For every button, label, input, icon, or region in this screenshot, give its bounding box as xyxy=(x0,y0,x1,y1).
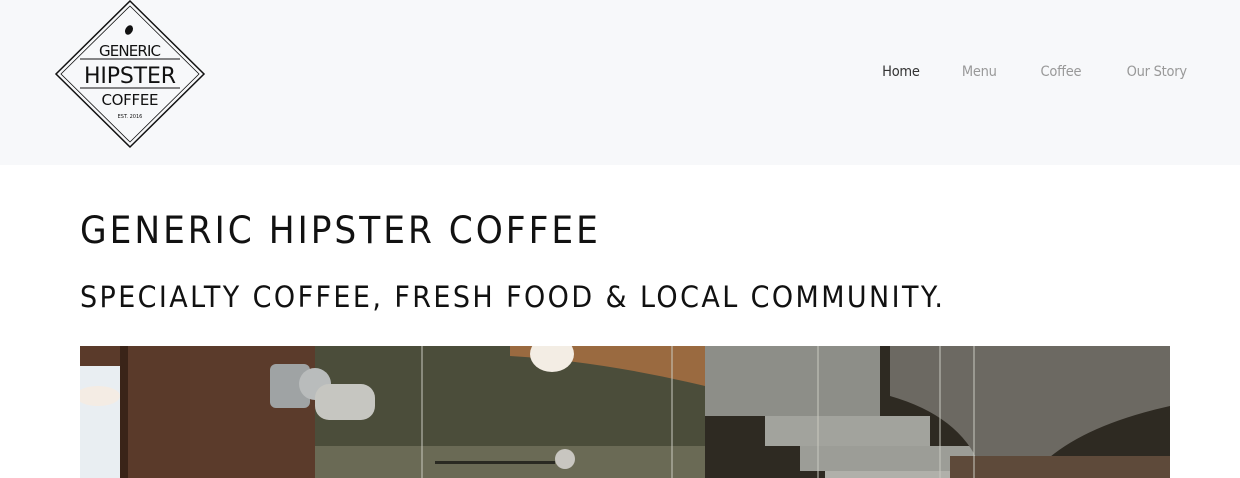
nav-our-story[interactable]: Our Story xyxy=(1127,64,1187,80)
nav-coffee[interactable]: Coffee xyxy=(1040,64,1081,80)
logo-line3: COFFEE xyxy=(102,91,159,109)
logo-diamond: GENERIC HIPSTER COFFEE EST. 2016 xyxy=(54,0,206,149)
coffee-bean-icon xyxy=(125,25,133,35)
site-header: GENERIC HIPSTER COFFEE EST. 2016 Home Me… xyxy=(0,0,1240,165)
hero-image xyxy=(80,346,1170,478)
logo-est: EST. 2016 xyxy=(118,114,143,120)
logo[interactable]: GENERIC HIPSTER COFFEE EST. 2016 xyxy=(54,0,206,150)
page-title: GENERIC HIPSTER COFFEE xyxy=(80,209,601,252)
main-nav: Home Menu Coffee Our Story xyxy=(839,64,1187,80)
logo-line2: HIPSTER xyxy=(84,64,176,89)
page-subtitle: SPECIALTY COFFEE, FRESH FOOD & LOCAL COM… xyxy=(80,280,946,314)
nav-menu[interactable]: Menu xyxy=(962,64,997,80)
nav-home[interactable]: Home xyxy=(882,64,920,80)
logo-line1: GENERIC xyxy=(99,42,161,60)
